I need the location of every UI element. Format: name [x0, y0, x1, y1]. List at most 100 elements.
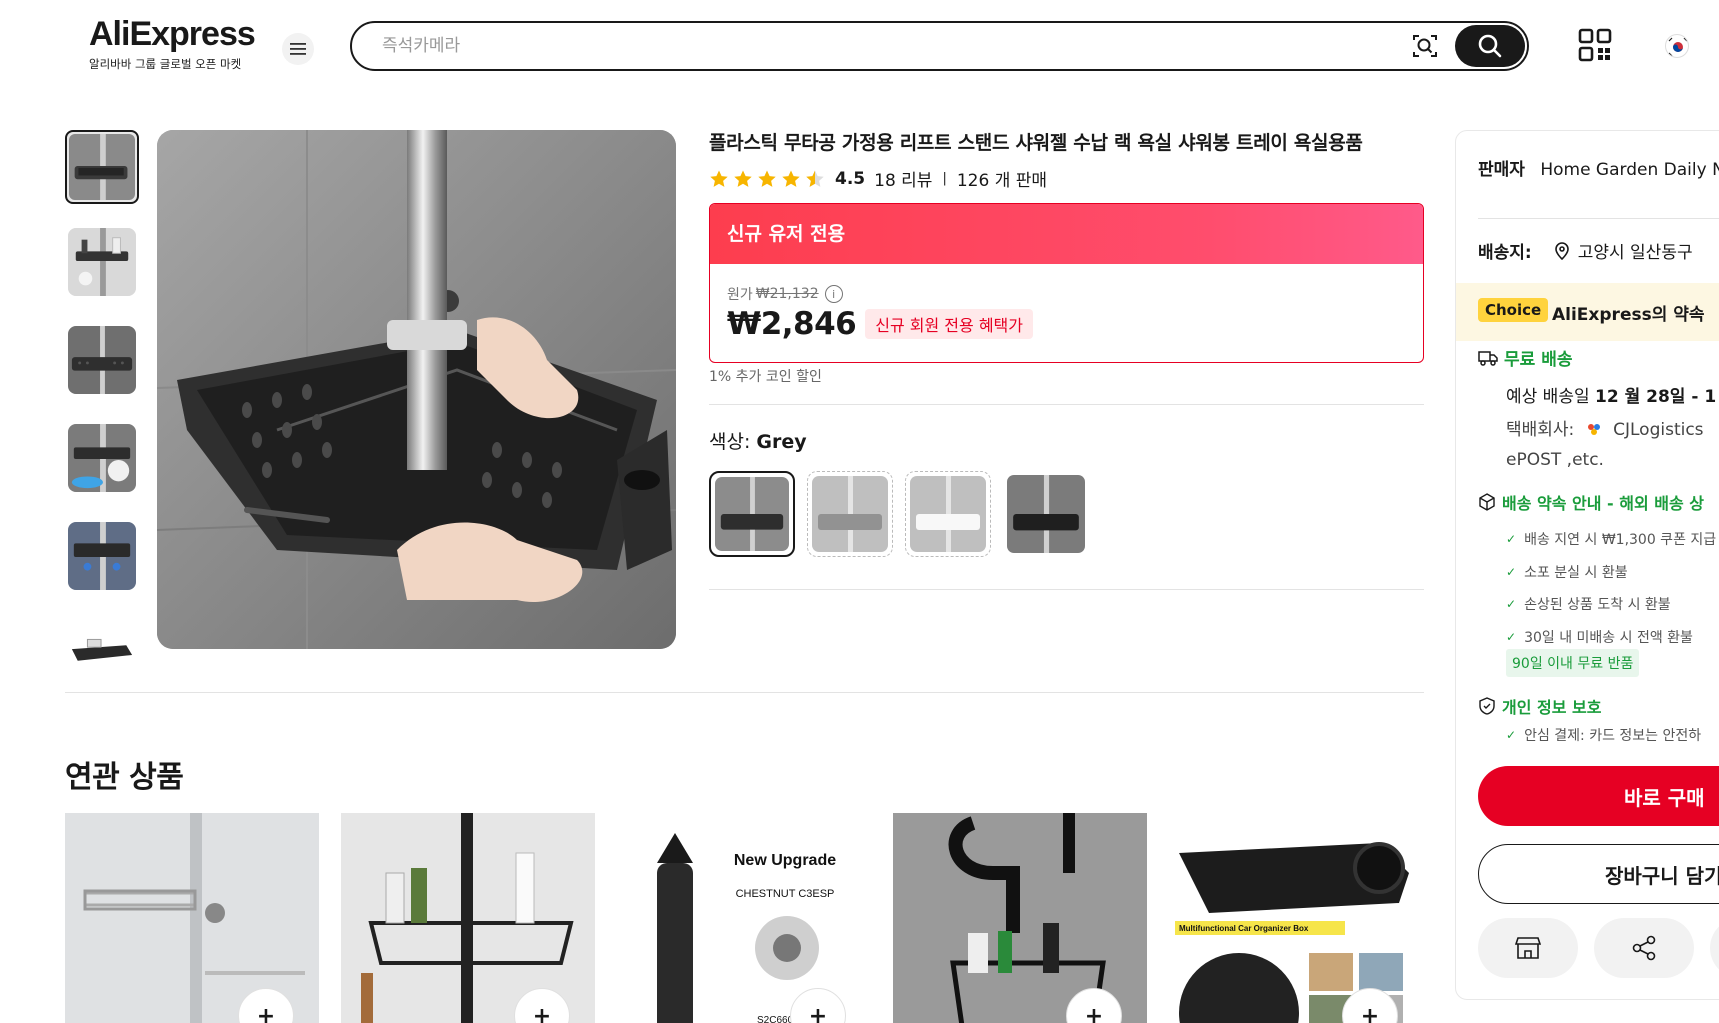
thumbnail-1[interactable] — [65, 130, 139, 204]
cj-logistics-icon — [1587, 424, 1600, 435]
korea-flag-icon[interactable] — [1665, 34, 1689, 58]
separator: | — [942, 171, 947, 186]
related-card-2[interactable]: + — [341, 813, 595, 1023]
carrier-label: 택배회사: — [1506, 420, 1575, 440]
ship-to-row[interactable]: 배송지: 고양시 일산동구 — [1478, 238, 1693, 263]
check-icon: ✓ — [1506, 597, 1517, 612]
location-pin-icon — [1554, 241, 1569, 260]
promise-list: ✓ 배송 지연 시 ₩1,300 쿠폰 지급 ✓ 소포 분실 시 환불 ✓ 손상된 상… — [1506, 523, 1716, 653]
info-icon[interactable]: i — [824, 285, 843, 303]
store-button[interactable] — [1478, 918, 1578, 978]
star-icon — [734, 170, 752, 187]
eta-label: 예상 배송일 — [1506, 387, 1590, 407]
free-shipping-label: 무료 배송 — [1504, 350, 1573, 370]
card5-label: Multifunctional Car Organizer Box — [1179, 924, 1309, 933]
product-title: 플라스틱 무타공 가정용 리프트 스탠드 샤워젤 수납 랙 욕실 샤워봉 트레이… — [709, 132, 1363, 154]
coin-discount-note: 1% 추가 코인 할인 — [709, 369, 822, 385]
menu-icon[interactable] — [282, 33, 314, 65]
wishlist-button[interactable] — [1710, 918, 1719, 978]
buy-now-button[interactable]: 바로 구매 — [1478, 766, 1719, 826]
sold-count: 126 개 판매 — [956, 171, 1048, 191]
seller-name[interactable]: Home Garden Daily N — [1540, 160, 1719, 180]
related-products-title: 연관 상품 — [65, 760, 184, 795]
thumbnail-6[interactable] — [68, 620, 136, 688]
free-return-badge: 90일 이내 무료 반품 — [1506, 649, 1640, 677]
swatch-option-2[interactable] — [807, 471, 893, 557]
divider — [1478, 218, 1719, 219]
share-icon — [1632, 935, 1656, 961]
search-bar — [350, 21, 1529, 71]
color-label-key: 색상: — [709, 431, 751, 453]
related-card-4[interactable]: + — [893, 813, 1147, 1023]
aliexpress-logo[interactable]: AliExpress 알리바바 그룹 글로벌 오픈 마켓 — [89, 16, 259, 72]
swatch-option-3[interactable] — [905, 471, 991, 557]
check-icon: ✓ — [1506, 564, 1517, 579]
promise-item: ✓ 소포 분실 시 환불 — [1506, 564, 1628, 581]
thumbnail-4[interactable] — [68, 424, 136, 492]
eta-value: 12 월 28일 - 1 — [1595, 387, 1717, 407]
search-input[interactable] — [382, 23, 1382, 69]
seller-row: 판매자 Home Garden Daily N — [1478, 155, 1719, 180]
related-card-5[interactable]: Multifunctional Car Organizer Box + — [1169, 813, 1423, 1023]
divider — [65, 692, 1424, 693]
store-icon — [1515, 937, 1541, 959]
rating-stars — [709, 169, 825, 189]
choice-promise-text: AliExpress의 약속 — [1552, 305, 1705, 325]
choice-badge: Choice — [1478, 298, 1549, 322]
current-price: ₩2,846 — [727, 306, 857, 342]
review-count[interactable]: 18 리뷰 — [874, 166, 932, 191]
half-star-icon — [806, 170, 824, 187]
search-icon — [1478, 34, 1502, 58]
star-icon — [782, 170, 800, 187]
card3-headline: New Upgrade — [734, 852, 836, 869]
card3-subtitle: CHESTNUT C3ESP — [736, 888, 835, 900]
promise-item: ✓ 배송 지연 시 ₩1,300 쿠폰 지급 — [1506, 532, 1717, 549]
qr-code-icon[interactable] — [1578, 28, 1612, 62]
share-button[interactable] — [1594, 918, 1694, 978]
check-icon: ✓ — [1506, 629, 1517, 644]
carrier-info: 택배회사: CJLogistics ePOST ,etc. — [1506, 415, 1704, 475]
logo-text: AliExpress — [89, 15, 256, 53]
add-to-cart-button[interactable]: 장바구니 담기 — [1478, 844, 1719, 904]
ship-to-location: 고양시 일산동구 — [1577, 243, 1693, 263]
logo-subtitle: 알리바바 그룹 글로벌 오픈 마켓 — [89, 57, 242, 71]
privacy-protection[interactable]: 개인 정보 보호 — [1478, 694, 1601, 718]
delivery-promise[interactable]: 배송 약속 안내 - 해외 배송 상 — [1478, 490, 1704, 514]
related-card-3[interactable]: New Upgrade CHESTNUT C3ESP S2C660 BUR + — [617, 813, 871, 1023]
truck-icon — [1478, 350, 1498, 366]
thumbnail-3[interactable] — [68, 326, 136, 394]
rating-row: 4.5 18 리뷰 | 126 개 판매 — [709, 166, 1047, 191]
divider — [709, 404, 1424, 405]
main-product-image[interactable] — [157, 130, 676, 649]
swatch-grey[interactable] — [709, 471, 795, 557]
privacy-title: 개인 정보 보호 — [1502, 698, 1602, 717]
image-search-icon[interactable] — [1410, 31, 1440, 61]
carrier-value: CJLogistics — [1613, 420, 1704, 440]
seller-label: 판매자 — [1478, 160, 1525, 180]
promo-header: 신규 유저 전용 — [710, 204, 1423, 264]
check-icon: ✓ — [1506, 532, 1517, 547]
check-icon: ✓ — [1506, 728, 1517, 742]
new-user-promo-box: 신규 유저 전용 원가 ₩21,132 i ₩2,846 신규 회원 전용 혜택… — [709, 203, 1424, 363]
header: AliExpress 알리바바 그룹 글로벌 오픈 마켓 — [0, 0, 1719, 96]
related-card-1[interactable]: + — [65, 813, 319, 1023]
swatch-option-4[interactable] — [1003, 471, 1089, 557]
thumbnail-5[interactable] — [68, 522, 136, 590]
star-icon — [710, 170, 728, 187]
promise-title: 배송 약속 안내 - 해외 배송 상 — [1502, 494, 1704, 513]
shield-icon — [1479, 697, 1495, 715]
price-row: ₩2,846 신규 회원 전용 혜택가 — [727, 306, 1033, 342]
related-products-list: + + New Upgrade CHESTNUT C3ESP S2C660 BUR … — [65, 813, 1423, 1023]
thumbnail-2[interactable] — [68, 228, 136, 296]
free-shipping: 무료 배송 — [1478, 345, 1572, 370]
price-tag: 신규 회원 전용 혜택가 — [865, 309, 1033, 339]
color-label: 색상: Grey — [709, 427, 807, 454]
divider — [709, 589, 1424, 590]
ship-to-label: 배송지: — [1478, 243, 1532, 263]
original-price-label: 원가 — [727, 287, 753, 303]
original-price-row: 원가 ₩21,132 i — [727, 284, 843, 304]
star-icon — [758, 170, 776, 187]
search-button[interactable] — [1455, 25, 1525, 67]
box-icon — [1479, 493, 1495, 511]
color-swatches — [709, 471, 1089, 557]
